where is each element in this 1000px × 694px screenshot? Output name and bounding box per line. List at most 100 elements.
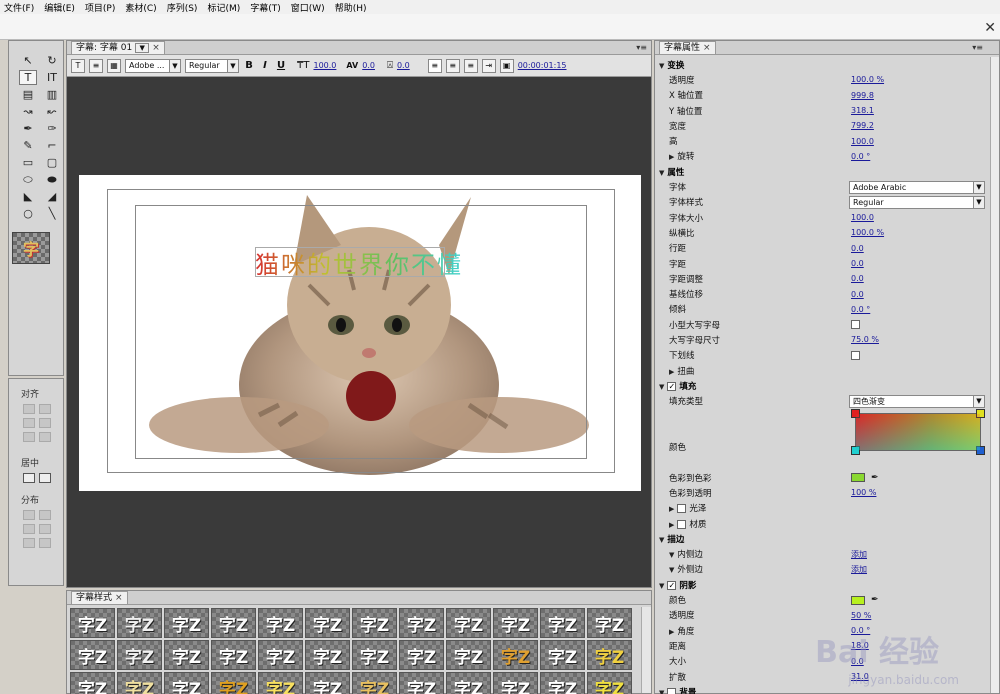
style-swatch-item[interactable]: 字Z bbox=[305, 640, 350, 670]
arc-tool-icon[interactable]: ◢ bbox=[43, 189, 61, 204]
style-swatch-item[interactable]: 字Z bbox=[211, 640, 256, 670]
style-swatch-item[interactable]: 字Z bbox=[305, 672, 350, 694]
add-anchor-tool-icon[interactable]: ✎ bbox=[19, 138, 37, 153]
props-scrollbar[interactable] bbox=[990, 57, 999, 693]
styles-tab[interactable]: 字幕样式 × bbox=[71, 591, 128, 604]
panel-menu-icon[interactable]: ▾≡ bbox=[972, 43, 983, 52]
property-select[interactable]: Adobe Arabic ▼ bbox=[849, 180, 985, 194]
eyedropper-icon[interactable]: ✒ bbox=[871, 473, 879, 483]
expand-triangle-icon[interactable]: ▼ bbox=[659, 689, 664, 694]
menu-item[interactable]: 文件(F) bbox=[4, 1, 34, 14]
section-checkbox[interactable] bbox=[667, 580, 677, 590]
style-swatch-item[interactable]: 字Z bbox=[399, 672, 444, 694]
editor-tab[interactable]: 字幕: 字幕 01 ▼ × bbox=[71, 41, 165, 54]
property-value[interactable]: 75.0 % bbox=[851, 335, 879, 344]
align-bottom-icon[interactable] bbox=[39, 432, 51, 442]
expand-triangle-icon[interactable]: ▼ bbox=[669, 551, 674, 559]
menu-item[interactable]: 项目(P) bbox=[85, 1, 115, 14]
style-swatch-item[interactable]: 字Z bbox=[117, 640, 162, 670]
color-chip[interactable] bbox=[851, 473, 865, 483]
style-swatch-item[interactable]: 字Z bbox=[70, 672, 115, 694]
style-swatch-item[interactable]: 字Z bbox=[70, 608, 115, 638]
vertical-path-type-tool-icon[interactable]: ↜ bbox=[43, 104, 61, 119]
menu-item[interactable]: 编辑(E) bbox=[44, 1, 75, 14]
expand-triangle-icon[interactable]: ▶ bbox=[669, 521, 674, 529]
style-swatch[interactable]: 字 bbox=[12, 232, 50, 264]
font-style-select[interactable]: Regular ▼ bbox=[185, 58, 239, 73]
gradient-stop-top-left[interactable] bbox=[851, 409, 860, 418]
align-right-icon[interactable]: ≡ bbox=[463, 58, 478, 73]
type-tool-icon[interactable]: T bbox=[19, 70, 37, 85]
style-swatch-item[interactable]: 字Z bbox=[540, 640, 585, 670]
distribute-middle-icon[interactable] bbox=[23, 538, 35, 548]
style-swatch-item[interactable]: 字Z bbox=[70, 640, 115, 670]
style-swatch-item[interactable]: 字Z bbox=[587, 608, 632, 638]
property-value[interactable]: 100.0 % bbox=[851, 75, 884, 84]
style-swatch-item[interactable]: 字Z bbox=[352, 672, 397, 694]
style-swatch-item[interactable]: 字Z bbox=[446, 672, 491, 694]
style-swatch-item[interactable]: 字Z bbox=[164, 608, 209, 638]
style-swatch-item[interactable]: 字Z bbox=[258, 640, 303, 670]
style-swatch-item[interactable]: 字Z bbox=[493, 640, 538, 670]
align-center-icon[interactable]: ≡ bbox=[445, 58, 460, 73]
area-type-tool-icon[interactable]: ▤ bbox=[19, 87, 37, 102]
property-select[interactable]: Regular ▼ bbox=[849, 195, 985, 209]
option-checkbox[interactable] bbox=[677, 504, 687, 514]
distribute-center-icon[interactable] bbox=[39, 510, 51, 520]
property-value[interactable]: 添加 bbox=[851, 564, 867, 575]
style-swatch-item[interactable]: 字Z bbox=[352, 640, 397, 670]
align-left-icon[interactable]: ≡ bbox=[427, 58, 442, 73]
close-icon[interactable]: × bbox=[115, 592, 123, 604]
style-swatch-item[interactable]: 字Z bbox=[399, 608, 444, 638]
expand-triangle-icon[interactable]: ▼ bbox=[669, 566, 674, 574]
property-value[interactable]: 0.0 bbox=[851, 244, 864, 253]
font-size-value[interactable]: 100.0 bbox=[313, 61, 336, 70]
leading-value[interactable]: 0.0 bbox=[397, 61, 410, 70]
style-swatch-item[interactable]: 字Z bbox=[352, 608, 397, 638]
gradient-stop-top-right[interactable] bbox=[976, 409, 985, 418]
distribute-bottom-icon[interactable] bbox=[39, 538, 51, 548]
rounded-corner-tool-icon[interactable]: ⬬ bbox=[43, 172, 61, 187]
style-swatch-item[interactable]: 字Z bbox=[258, 672, 303, 694]
color-chip[interactable] bbox=[851, 595, 865, 605]
property-value[interactable]: 0.0 ° bbox=[851, 305, 870, 314]
distribute-right-icon[interactable] bbox=[23, 524, 35, 534]
expand-triangle-icon[interactable]: ▼ bbox=[659, 62, 664, 70]
expand-triangle-icon[interactable]: ▼ bbox=[659, 582, 664, 590]
style-swatch-item[interactable]: 字Z bbox=[211, 672, 256, 694]
path-type-tool-icon[interactable]: ↝ bbox=[19, 104, 37, 119]
new-title-icon[interactable]: T bbox=[71, 58, 85, 73]
menu-item[interactable]: 素材(C) bbox=[125, 1, 156, 14]
rounded-rectangle-tool-icon[interactable]: ▢ bbox=[43, 155, 61, 170]
bold-button[interactable]: B bbox=[243, 60, 255, 71]
rotate-tool-icon[interactable]: ↻ bbox=[43, 53, 61, 68]
timecode[interactable]: 00:00:01:15 bbox=[518, 61, 567, 70]
style-swatch-item[interactable]: 字Z bbox=[493, 608, 538, 638]
ellipse-tool-icon[interactable]: ○ bbox=[19, 206, 37, 221]
align-middle-icon[interactable] bbox=[39, 418, 51, 428]
close-icon[interactable]: × bbox=[703, 42, 711, 54]
expand-triangle-icon[interactable]: ▶ bbox=[669, 505, 674, 513]
pen-tool-icon[interactable]: ✒ bbox=[19, 121, 37, 136]
caption-text[interactable]: 猫咪的世界你不懂 bbox=[255, 245, 463, 280]
props-tab[interactable]: 字幕属性 × bbox=[659, 41, 716, 54]
expand-triangle-icon[interactable]: ▶ bbox=[669, 628, 674, 636]
property-value[interactable]: 999.8 bbox=[851, 91, 874, 100]
italic-button[interactable]: I bbox=[259, 60, 271, 71]
style-swatch-item[interactable]: 字Z bbox=[446, 608, 491, 638]
style-swatch-item[interactable]: 字Z bbox=[540, 672, 585, 694]
styles-scrollbar[interactable] bbox=[641, 607, 651, 693]
style-swatch-item[interactable]: 字Z bbox=[305, 608, 350, 638]
kerning-value[interactable]: 0.0 bbox=[362, 61, 375, 70]
center-horizontal-icon[interactable] bbox=[23, 473, 35, 483]
tab-stops-icon[interactable]: ⇥ bbox=[481, 58, 496, 73]
distribute-left-icon[interactable] bbox=[23, 510, 35, 520]
property-value[interactable]: 0.0 bbox=[851, 274, 864, 283]
style-swatch-item[interactable]: 字Z bbox=[587, 640, 632, 670]
panel-menu-icon[interactable]: ▾≡ bbox=[636, 43, 647, 52]
delete-anchor-tool-icon[interactable]: ✑ bbox=[43, 121, 61, 136]
property-value[interactable]: 799.2 bbox=[851, 121, 874, 130]
menu-item[interactable]: 序列(S) bbox=[167, 1, 198, 14]
style-swatch-item[interactable]: 字Z bbox=[164, 640, 209, 670]
close-icon[interactable]: ✕ bbox=[984, 20, 996, 36]
